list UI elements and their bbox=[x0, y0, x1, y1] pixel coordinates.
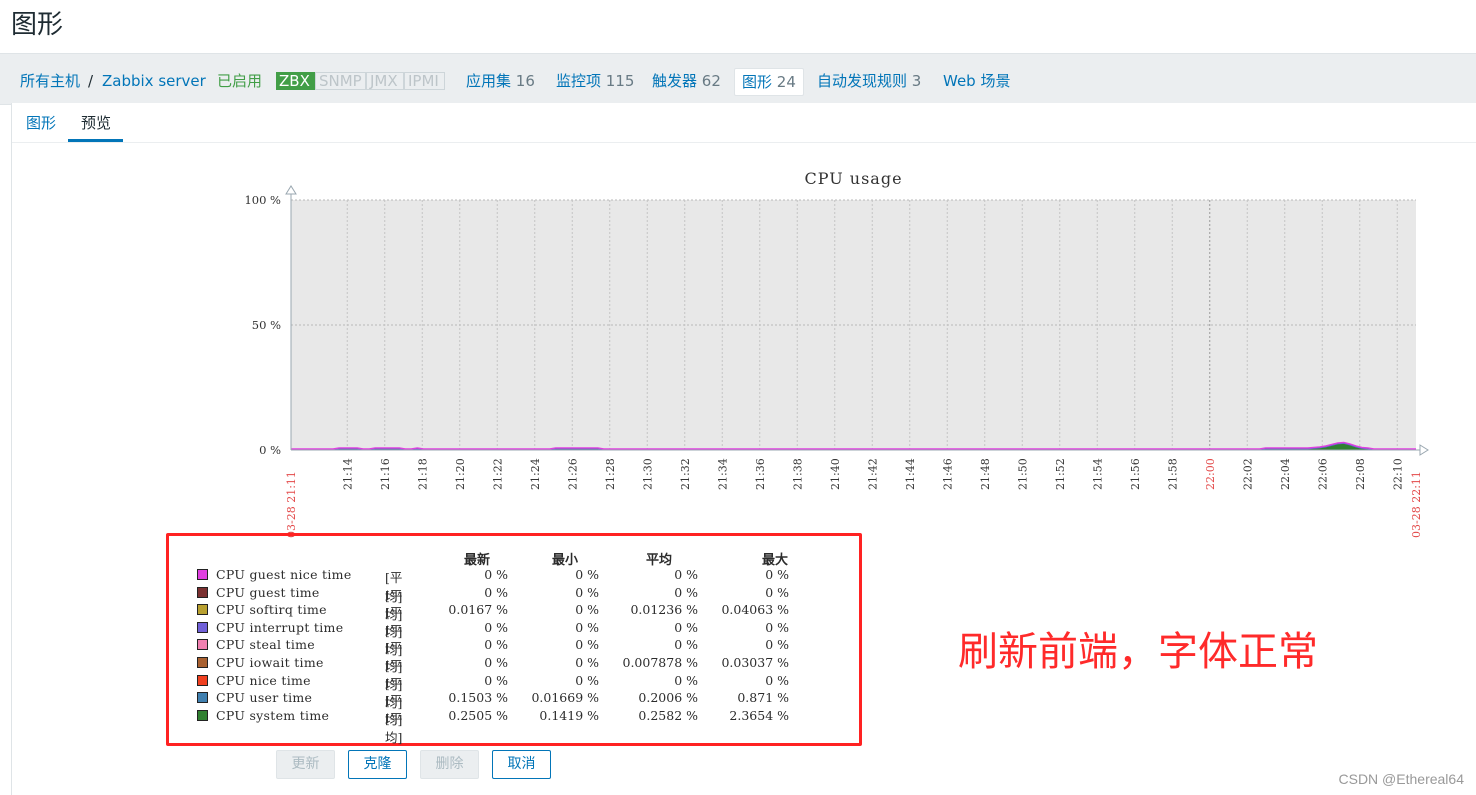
update-button[interactable]: 更新 bbox=[276, 750, 335, 779]
legend-swatch bbox=[197, 639, 208, 651]
x-tick-label: 22:04 bbox=[1279, 458, 1292, 490]
x-tick-label: 21:24 bbox=[529, 458, 542, 490]
x-tick-label: 21:28 bbox=[604, 458, 617, 490]
x-tick-label: 21:52 bbox=[1054, 458, 1067, 490]
y-axis-arrow bbox=[285, 185, 297, 195]
legend-max-value: 0.871 % bbox=[737, 690, 789, 706]
x-tick-label: 21:16 bbox=[379, 458, 392, 490]
legend-series-name: CPU interrupt time bbox=[216, 619, 344, 635]
legend-series-name: CPU nice time bbox=[216, 672, 311, 688]
x-tick-label: 22:02 bbox=[1241, 458, 1254, 490]
legend-swatch bbox=[197, 674, 208, 686]
x-tick-label: 21:38 bbox=[791, 458, 804, 490]
x-tick-label: 21:50 bbox=[1016, 458, 1029, 490]
x-tick-label: 22:00 bbox=[1204, 458, 1217, 490]
clone-button[interactable]: 克隆 bbox=[348, 750, 407, 779]
x-tick-label: 21:14 bbox=[341, 458, 354, 490]
legend-max-value: 0 % bbox=[765, 637, 789, 653]
x-tick-label: 21:22 bbox=[491, 458, 504, 490]
legend-max-value: 0 % bbox=[765, 584, 789, 600]
delete-button[interactable]: 删除 bbox=[420, 750, 479, 779]
x-tick-label: 22:10 bbox=[1391, 458, 1404, 490]
legend-swatch bbox=[197, 709, 208, 721]
x-tick-label: 21:32 bbox=[679, 458, 692, 490]
legend-header: 最新 bbox=[463, 553, 490, 568]
x-tick-label: 21:48 bbox=[979, 458, 992, 490]
x-tick-label: 21:46 bbox=[941, 458, 954, 490]
legend-max-value: 0.04063 % bbox=[721, 602, 789, 618]
x-tick-label: 21:20 bbox=[454, 458, 467, 490]
x-tick-label: 22:08 bbox=[1354, 458, 1367, 490]
x-tick-label: 21:42 bbox=[866, 458, 879, 490]
x-tick-label: 21:40 bbox=[829, 458, 842, 490]
legend-header: 最小 bbox=[551, 553, 578, 568]
x-tick-label: 21:58 bbox=[1166, 458, 1179, 490]
x-tick-label: 21:44 bbox=[904, 458, 917, 490]
legend-swatch bbox=[197, 621, 208, 633]
x-tick-label: 21:56 bbox=[1129, 458, 1142, 490]
legend-max-value: 2.3654 % bbox=[729, 707, 789, 723]
legend-series-name: CPU user time bbox=[216, 690, 313, 706]
legend-header: 最大 bbox=[761, 553, 788, 568]
y-tick-label: 100 % bbox=[244, 193, 281, 207]
legend-series-name: CPU system time bbox=[216, 707, 330, 723]
legend-swatch bbox=[197, 604, 208, 616]
legend-swatch bbox=[197, 692, 208, 704]
legend-swatch bbox=[197, 569, 208, 580]
watermark: CSDN @Ethereal64 bbox=[1338, 771, 1465, 787]
x-tick-label: 21:36 bbox=[754, 458, 767, 490]
x-tick-label: 21:26 bbox=[566, 458, 579, 490]
legend-max-value: 0 % bbox=[765, 567, 789, 582]
x-tick-label: 21:18 bbox=[416, 458, 429, 490]
legend-header: 平均 bbox=[645, 553, 672, 568]
x-tick-label: 21:54 bbox=[1091, 458, 1104, 490]
x-axis-arrow bbox=[1419, 444, 1429, 456]
legend-series-name: CPU guest nice time bbox=[216, 567, 352, 582]
legend-max-value: 0.03037 % bbox=[721, 655, 789, 670]
chart-title: CPU usage bbox=[804, 169, 902, 188]
y-tick-label: 0 % bbox=[259, 443, 281, 457]
x-start-label: 03-28 21:11 bbox=[285, 471, 298, 538]
legend-series-name: CPU guest time bbox=[216, 584, 320, 600]
legend-series-name: CPU softirq time bbox=[216, 602, 327, 618]
x-end-label: 03-28 22:11 bbox=[1410, 471, 1423, 538]
x-tick-label: 21:34 bbox=[716, 458, 729, 490]
legend-swatch bbox=[197, 657, 208, 668]
y-tick-label: 50 % bbox=[252, 318, 281, 332]
legend-swatch bbox=[197, 586, 208, 598]
annotation-text: 刷新前端，字体正常 bbox=[958, 629, 1318, 675]
legend-max-value: 0 % bbox=[765, 672, 789, 688]
legend-series-name: CPU steal time bbox=[216, 637, 315, 653]
x-tick-label: 21:30 bbox=[641, 458, 654, 490]
x-tick-label: 22:06 bbox=[1316, 458, 1329, 490]
legend-series-name: CPU iowait time bbox=[216, 655, 324, 670]
cancel-button[interactable]: 取消 bbox=[492, 750, 551, 779]
legend-max-value: 0 % bbox=[765, 619, 789, 635]
